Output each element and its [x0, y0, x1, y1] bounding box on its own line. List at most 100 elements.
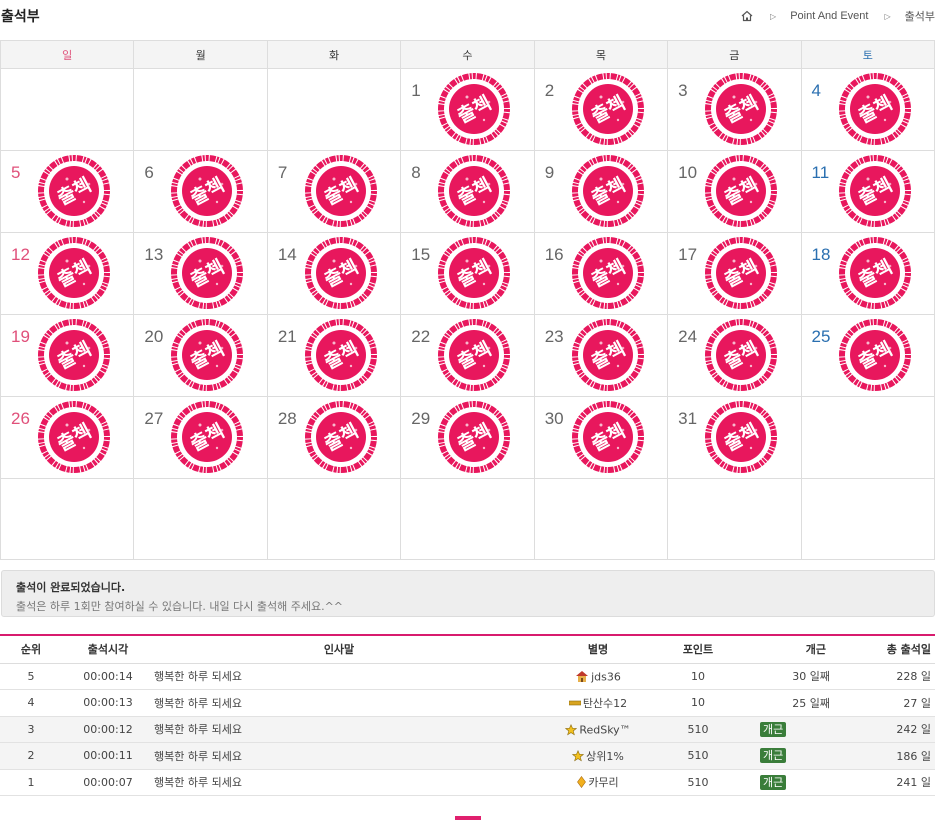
greeting-cell: 행복한 하루 되세요 [154, 689, 524, 717]
day-number: 14 [277, 245, 297, 264]
calendar-day-cell[interactable]: 14 출첵 [266, 232, 402, 315]
calendar-day-cell[interactable]: 18 출첵 [800, 232, 935, 315]
calendar-day-cell[interactable]: 11 출첵 [800, 150, 935, 233]
nickname-cell[interactable]: RedSky™ [524, 716, 672, 743]
pagination-indicator[interactable] [455, 816, 481, 820]
nickname-cell[interactable]: jds36 [524, 663, 672, 690]
total-days-cell: 242 일 [830, 716, 935, 743]
day-number: 25 [811, 327, 831, 346]
calendar-day-cell[interactable]: 28 출첵 [266, 396, 402, 479]
calendar-day-cell[interactable]: 9 출첵 [533, 150, 669, 233]
day-number: 28 [277, 409, 297, 428]
calendar-day-cell[interactable]: 4 출첵 [800, 68, 935, 151]
calendar-day-cell[interactable]: 29 출첵 [400, 396, 535, 479]
day-number: 31 [678, 409, 698, 428]
calendar-empty-cell [800, 478, 935, 560]
ranking-row: 3 00:00:12 행복한 하루 되세요 RedSky™ 510 개근 242 일 [0, 716, 935, 743]
ranking-column-header: 순위 [0, 635, 62, 664]
nickname[interactable]: RedSky™ [579, 723, 630, 736]
calendar-empty-cell [266, 68, 402, 151]
calendar-day-cell[interactable]: 2 출첵 [533, 68, 669, 151]
attendance-stamp-icon: 출첵 [304, 237, 377, 309]
star-icon [565, 723, 578, 735]
nickname-cell[interactable]: 상위1% [524, 742, 672, 770]
streak-cell: 30 일째 [724, 663, 830, 690]
points-cell: 510 [672, 716, 724, 743]
calendar-day-cell[interactable]: 10 출첵 [667, 150, 802, 233]
calendar-day-cell[interactable]: 8 출첵 [400, 150, 535, 233]
page-title: 출석부 [1, 9, 40, 25]
day-number: 29 [411, 409, 431, 428]
attendance-stamp-icon: 출첵 [571, 237, 644, 309]
greeting-cell: 행복한 하루 되세요 [154, 663, 524, 690]
calendar-day-cell[interactable]: 3 출첵 [667, 68, 802, 151]
weekday-header: 금 [667, 40, 802, 69]
breadcrumb-item-attendance[interactable]: 출석부 [905, 8, 935, 24]
total-days-cell: 241 일 [830, 769, 935, 796]
day-number: 15 [411, 245, 431, 264]
calendar-day-cell[interactable]: 25 출첵 [800, 314, 935, 397]
calendar-day-cell[interactable]: 15 출첵 [400, 232, 535, 315]
nickname[interactable]: 카무리 [588, 776, 618, 789]
calendar-day-cell[interactable]: 16 출첵 [533, 232, 669, 315]
calendar-day-cell[interactable]: 20 출첵 [133, 314, 268, 397]
ranking-column-header: 개근 [724, 635, 830, 664]
day-number: 24 [678, 327, 698, 346]
attendance-stamp-icon: 출첵 [705, 73, 778, 145]
calendar-day-cell[interactable]: 7 출첵 [266, 150, 402, 233]
nickname[interactable]: jds36 [591, 670, 621, 683]
streak-cell: 개근 [724, 716, 830, 743]
day-number: 22 [411, 327, 431, 346]
calendar-day-cell[interactable]: 13 출첵 [133, 232, 268, 315]
calendar-empty-cell [0, 478, 135, 560]
house-icon [576, 671, 589, 682]
attendance-notice: 출석이 완료되었습니다. 출석은 하루 1회만 참여하실 수 있습니다. 내일 … [1, 570, 935, 617]
calendar-empty-cell [800, 396, 935, 479]
notice-message: 출석은 하루 1회만 참여하실 수 있습니다. 내일 다시 출석해 주세요.^^ [16, 600, 344, 613]
calendar-day-cell[interactable]: 30 출첵 [533, 396, 669, 479]
ranking-column-header: 출석시각 [62, 635, 154, 664]
nickname[interactable]: 탄산수12 [583, 697, 627, 710]
weekday-header: 화 [266, 40, 402, 69]
nickname[interactable]: 상위1% [586, 750, 624, 763]
perfect-attendance-badge: 개근 [760, 748, 787, 764]
day-number: 1 [411, 81, 421, 100]
nickname-cell[interactable]: 카무리 [524, 769, 672, 796]
breadcrumb-item-point-event[interactable]: Point And Event [790, 10, 868, 22]
attendance-stamp-icon: 출첵 [304, 319, 377, 391]
calendar-day-cell[interactable]: 27 출첵 [133, 396, 268, 479]
day-number: 17 [678, 245, 698, 264]
attendance-stamp-icon: 출첵 [838, 73, 911, 145]
calendar-day-cell[interactable]: 31 출첵 [667, 396, 802, 479]
home-icon[interactable] [740, 9, 754, 23]
calendar-day-cell[interactable]: 6 출첵 [133, 150, 268, 233]
calendar-day-cell[interactable]: 17 출첵 [667, 232, 802, 315]
chevron-right-icon: ▷ [884, 11, 891, 21]
perfect-attendance-badge: 개근 [760, 774, 787, 790]
calendar-day-cell[interactable]: 19 출첵 [0, 314, 135, 397]
calendar-empty-cell [0, 68, 135, 151]
calendar-day-cell[interactable]: 5 출첵 [0, 150, 135, 233]
calendar-day-cell[interactable]: 26 출첵 [0, 396, 135, 479]
ranking-column-header: 별명 [524, 635, 672, 664]
calendar-empty-cell [266, 478, 402, 560]
weekday-header: 목 [533, 40, 669, 69]
attendance-calendar: 일월화수목금토 1 출첵 2 출첵 3 출첵 4 출첵 5 출첵 6 출첵 7 출첵 8 출첵 9 출첵 10 출첵 1… [0, 40, 935, 560]
total-days-cell: 186 일 [830, 742, 935, 770]
calendar-day-cell[interactable]: 22 출첵 [400, 314, 535, 397]
attendance-stamp-icon: 출첵 [304, 401, 377, 473]
calendar-empty-cell [133, 478, 268, 560]
attendance-stamp-icon: 출첵 [838, 155, 911, 227]
calendar-day-cell[interactable]: 24 출첵 [667, 314, 802, 397]
nickname-cell[interactable]: 탄산수12 [524, 689, 672, 717]
calendar-day-cell[interactable]: 1 출첵 [400, 68, 535, 151]
calendar-day-cell[interactable]: 21 출첵 [266, 314, 402, 397]
calendar-day-cell[interactable]: 23 출첵 [533, 314, 669, 397]
attendance-stamp-icon: 출첵 [304, 155, 377, 227]
calendar-day-cell[interactable]: 12 출첵 [0, 232, 135, 315]
greeting-cell: 행복한 하루 되세요 [154, 742, 524, 770]
day-number: 30 [544, 409, 564, 428]
rank-cell: 5 [0, 663, 62, 690]
streak-cell: 개근 [724, 742, 830, 770]
weekday-header: 월 [133, 40, 268, 69]
